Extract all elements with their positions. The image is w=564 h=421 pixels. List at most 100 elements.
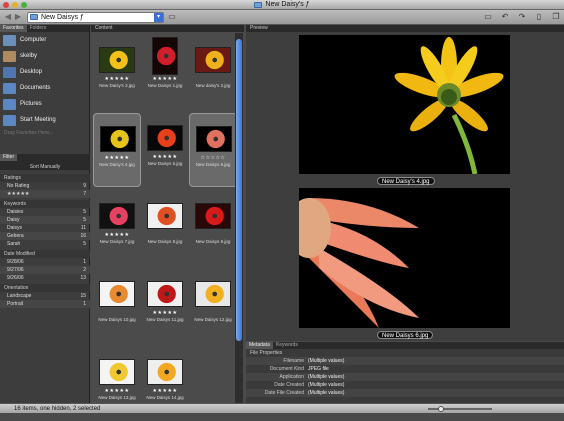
filter-count: 11: [80, 225, 86, 231]
close-button[interactable]: [3, 2, 9, 8]
preview-tab[interactable]: Preview: [246, 25, 564, 32]
back-arrow-icon[interactable]: ◀: [3, 12, 13, 22]
thumbnail-caption: New Daisys 8.jpg: [147, 239, 183, 244]
delete-icon[interactable]: ▯: [534, 12, 544, 22]
scrollbar[interactable]: [235, 33, 243, 403]
filter-row[interactable]: Gebera 16: [0, 232, 90, 240]
thumbnail-cell[interactable]: New daisy's 2.jpg: [189, 35, 237, 109]
thumbnail-image: [147, 125, 183, 151]
filter-count: 5: [83, 217, 86, 223]
star-rating[interactable]: ★★★★★: [93, 76, 141, 82]
filter-label: Portrait: [7, 301, 24, 307]
minimize-button[interactable]: [12, 2, 18, 8]
star-rating[interactable]: ★★★★★: [94, 155, 140, 161]
filter-section-header[interactable]: Date Modified: [0, 250, 90, 258]
star-rating[interactable]: ★★★★★: [93, 388, 141, 394]
thumbnail-size-slider[interactable]: [428, 406, 492, 412]
compact-mode-icon[interactable]: ❐: [551, 12, 561, 22]
rotate-left-icon[interactable]: ↶: [500, 12, 510, 22]
scrollbar-thumb[interactable]: [236, 39, 242, 341]
favorite-item[interactable]: Pictures: [0, 96, 89, 112]
chevron-down-icon: ▾: [154, 12, 163, 22]
tab-folders[interactable]: Folders: [27, 25, 50, 32]
thumbnail-cell[interactable]: ★★★★★ New Daisys 5.jpg: [141, 113, 189, 187]
status-bar: 16 items, one hidden, 2 selected: [0, 403, 564, 413]
favorites-list: Computer skelby Desktop Documents Pictures St…: [0, 32, 89, 128]
favorite-icon: [3, 98, 16, 110]
star-rating[interactable]: ★★★★★: [141, 310, 189, 316]
rotate-right-icon[interactable]: ↷: [517, 12, 527, 22]
filter-section-header[interactable]: Keywords: [0, 200, 90, 208]
filter-row[interactable]: 9/28/06 1: [0, 258, 90, 266]
tab-keywords[interactable]: Keywords: [273, 342, 301, 349]
metadata-panel: Metadata Keywords File Properties Filena…: [246, 342, 564, 403]
filter-count: 9: [83, 183, 86, 189]
metadata-rows: Filename (Multiple values) Document Kind JP…: [246, 357, 564, 397]
content-panel: Content ★★★★★ New Daisy's 3.jpg ★★★★★ New D…: [91, 25, 244, 403]
zoom-button[interactable]: [21, 2, 27, 8]
filter-row[interactable]: Daisy 5: [0, 216, 90, 224]
filter-row[interactable]: Sarah 5: [0, 240, 90, 248]
forward-arrow-icon[interactable]: ▶: [13, 12, 23, 22]
filter-row[interactable]: No Rating 9: [0, 182, 90, 190]
slider-knob[interactable]: [438, 406, 444, 412]
content-tab[interactable]: Content: [91, 25, 244, 32]
filter-label: ★★★★★: [7, 191, 30, 197]
favorite-item[interactable]: skelby: [0, 48, 89, 64]
favorite-item[interactable]: Computer: [0, 32, 89, 48]
star-rating[interactable]: ★★★★★: [141, 154, 189, 160]
thumbnail-cell[interactable]: ★★★★★ New Daisys 7.jpg: [93, 191, 141, 265]
metadata-key: Application: [279, 374, 304, 380]
thumbnail-cell[interactable]: ★★★★★ New Daisys 1.jpg: [141, 35, 189, 109]
filter-section-header[interactable]: Orientation: [0, 284, 90, 292]
metadata-value: JPEG file: [308, 366, 329, 372]
filter-row[interactable]: ★★★★★ 7: [0, 190, 90, 198]
thumbnail-caption: New Daisys 12.jpg: [194, 317, 232, 322]
thumbnail-image: [99, 359, 135, 385]
favorite-item[interactable]: Start Meeting: [0, 112, 89, 128]
daisy-yellow-image: [299, 35, 510, 175]
preview-image-1: [299, 35, 510, 175]
thumbnail-cell[interactable]: ☆☆☆☆☆ New Daisys 6.jpg: [189, 113, 237, 187]
filter-row[interactable]: 9/26/06 13: [0, 274, 90, 282]
thumbnail-cell[interactable]: New Daisys 8.jpg: [141, 191, 189, 265]
filter-section-rows: 9/28/06 1 9/27/06 2 9/26/06 13: [0, 258, 90, 282]
thumbnail-cell[interactable]: ★★★★★ New Daisy's 4.jpg: [93, 113, 141, 187]
filter-row[interactable]: Daisies 5: [0, 208, 90, 216]
thumbnail-caption: New Daisy's 4.jpg: [99, 162, 135, 167]
filter-count: 7: [83, 191, 86, 197]
thumbnail-cell[interactable]: New Daisys 9.jpg: [189, 191, 237, 265]
filter-row[interactable]: Daisys 11: [0, 224, 90, 232]
thumbnail-cell[interactable]: New Daisys 12.jpg: [189, 269, 237, 343]
filter-row[interactable]: Landscape 15: [0, 292, 90, 300]
star-rating[interactable]: ★★★★★: [141, 388, 189, 394]
filter-label: Landscape: [7, 293, 32, 299]
folder-open-icon[interactable]: ▭: [483, 12, 493, 22]
star-rating[interactable]: ★★★★★: [141, 76, 189, 82]
thumbnail-cell[interactable]: ★★★★★ New Daisy's 3.jpg: [93, 35, 141, 109]
tab-metadata[interactable]: Metadata: [246, 342, 273, 349]
star-rating[interactable]: ☆☆☆☆☆: [190, 155, 236, 161]
filter-section-header[interactable]: Ratings: [0, 174, 90, 182]
favorite-label: Documents: [20, 85, 51, 91]
metadata-row: Document Kind JPEG file: [246, 365, 564, 373]
tab-filter[interactable]: Filter: [0, 154, 18, 161]
thumbnail-cell[interactable]: ★★★★★ New Daisys 11.jpg: [141, 269, 189, 343]
filter-row[interactable]: 9/27/06 2: [0, 266, 90, 274]
thumbnail-caption: New Daisys 11.jpg: [146, 317, 184, 322]
thumbnail-caption: New Daisys 10.jpg: [98, 317, 136, 322]
new-folder-icon[interactable]: ▭: [167, 12, 177, 22]
favorite-item[interactable]: Documents: [0, 80, 89, 96]
filter-count: 13: [80, 275, 86, 281]
tab-favorites[interactable]: Favorites: [0, 25, 27, 32]
window-title: New Daisy's ƒ: [254, 0, 310, 10]
filter-label: 9/27/06: [7, 267, 24, 273]
thumbnail-cell[interactable]: New Daisys 10.jpg: [93, 269, 141, 343]
file-properties-header[interactable]: File Properties: [246, 349, 564, 357]
star-rating[interactable]: ★★★★★: [93, 232, 141, 238]
sort-dropdown[interactable]: Sort Manually: [0, 163, 90, 171]
thumbnail-image: [99, 281, 135, 307]
favorite-item[interactable]: Desktop: [0, 64, 89, 80]
filter-row[interactable]: Portrait 1: [0, 300, 90, 308]
path-dropdown[interactable]: New Daisys ƒ ▾: [27, 11, 164, 23]
